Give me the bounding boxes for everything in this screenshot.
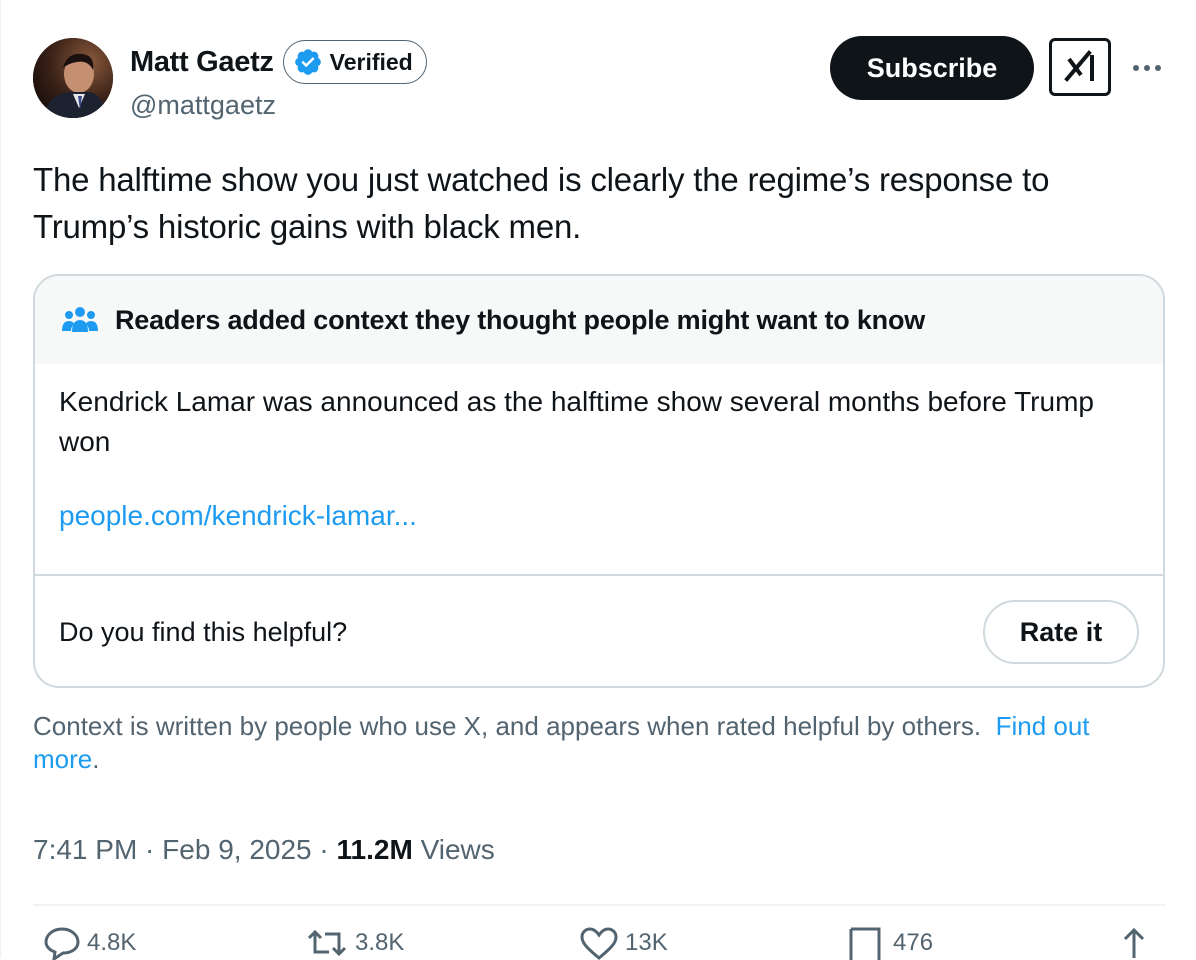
community-note: Readers added context they thought peopl…	[33, 274, 1165, 688]
tweet-actions: 4.8K 3.8K 13K 476	[33, 926, 1165, 960]
community-note-text: Kendrick Lamar was announced as the half…	[59, 386, 1094, 457]
context-info: Context is written by people who use X, …	[33, 710, 1143, 776]
repost-button[interactable]: 3.8K	[305, 926, 404, 960]
helpful-question: Do you find this helpful?	[59, 616, 348, 647]
tweet-time[interactable]: 7:41 PM	[33, 834, 137, 865]
tweet-meta: 7:41 PM · Feb 9, 2025 · 11.2M Views	[33, 834, 495, 866]
views-count: 11.2M	[336, 834, 413, 865]
avatar-photo	[33, 38, 113, 118]
meta-separator: ·	[311, 834, 337, 865]
tweet-header: Matt Gaetz Verified @mattgaetz Subscribe	[33, 36, 1166, 126]
more-icon	[1133, 65, 1161, 71]
grok-icon	[1064, 50, 1094, 82]
repost-icon	[307, 929, 347, 957]
community-note-header: Readers added context they thought peopl…	[35, 276, 1163, 364]
subscribe-button[interactable]: Subscribe	[830, 36, 1034, 100]
bookmark-icon	[849, 927, 881, 960]
verified-check-icon	[294, 49, 321, 75]
name-row: Matt Gaetz Verified	[130, 40, 427, 84]
handle[interactable]: @mattgaetz	[130, 90, 276, 121]
reply-icon	[44, 927, 80, 960]
avatar[interactable]	[33, 38, 113, 118]
verified-badge[interactable]: Verified	[282, 40, 427, 84]
tweet-date[interactable]: Feb 9, 2025	[162, 834, 311, 865]
heart-icon	[580, 927, 618, 960]
community-note-title: Readers added context they thought peopl…	[115, 304, 926, 335]
like-count: 13K	[625, 929, 668, 956]
share-button[interactable]	[1119, 926, 1155, 960]
rate-it-button[interactable]: Rate it	[983, 600, 1139, 664]
bookmark-button[interactable]: 476	[847, 926, 933, 960]
context-info-period: .	[92, 744, 100, 774]
community-note-link[interactable]: people.com/kendrick-lamar...	[59, 500, 1139, 532]
community-note-body: Kendrick Lamar was announced as the half…	[35, 364, 1163, 574]
reply-count: 4.8K	[87, 929, 137, 956]
divider	[33, 904, 1165, 906]
views-label: Views	[412, 834, 495, 865]
reply-button[interactable]: 4.8K	[43, 926, 136, 960]
bookmark-count: 476	[893, 929, 934, 956]
left-border	[0, 0, 1, 958]
verified-label: Verified	[329, 48, 413, 75]
tweet-text: The halftime show you just watched is cl…	[33, 161, 1050, 245]
more-button[interactable]	[1129, 50, 1165, 86]
people-icon	[62, 307, 98, 332]
context-info-text: Context is written by people who use X, …	[33, 711, 982, 741]
display-name[interactable]: Matt Gaetz	[130, 46, 274, 79]
repost-count: 3.8K	[355, 929, 405, 956]
like-button[interactable]: 13K	[579, 926, 668, 960]
grok-button[interactable]	[1049, 38, 1111, 96]
community-note-footer: Do you find this helpful? Rate it	[35, 576, 1163, 686]
meta-separator: ·	[137, 834, 163, 865]
share-icon	[1123, 927, 1145, 958]
